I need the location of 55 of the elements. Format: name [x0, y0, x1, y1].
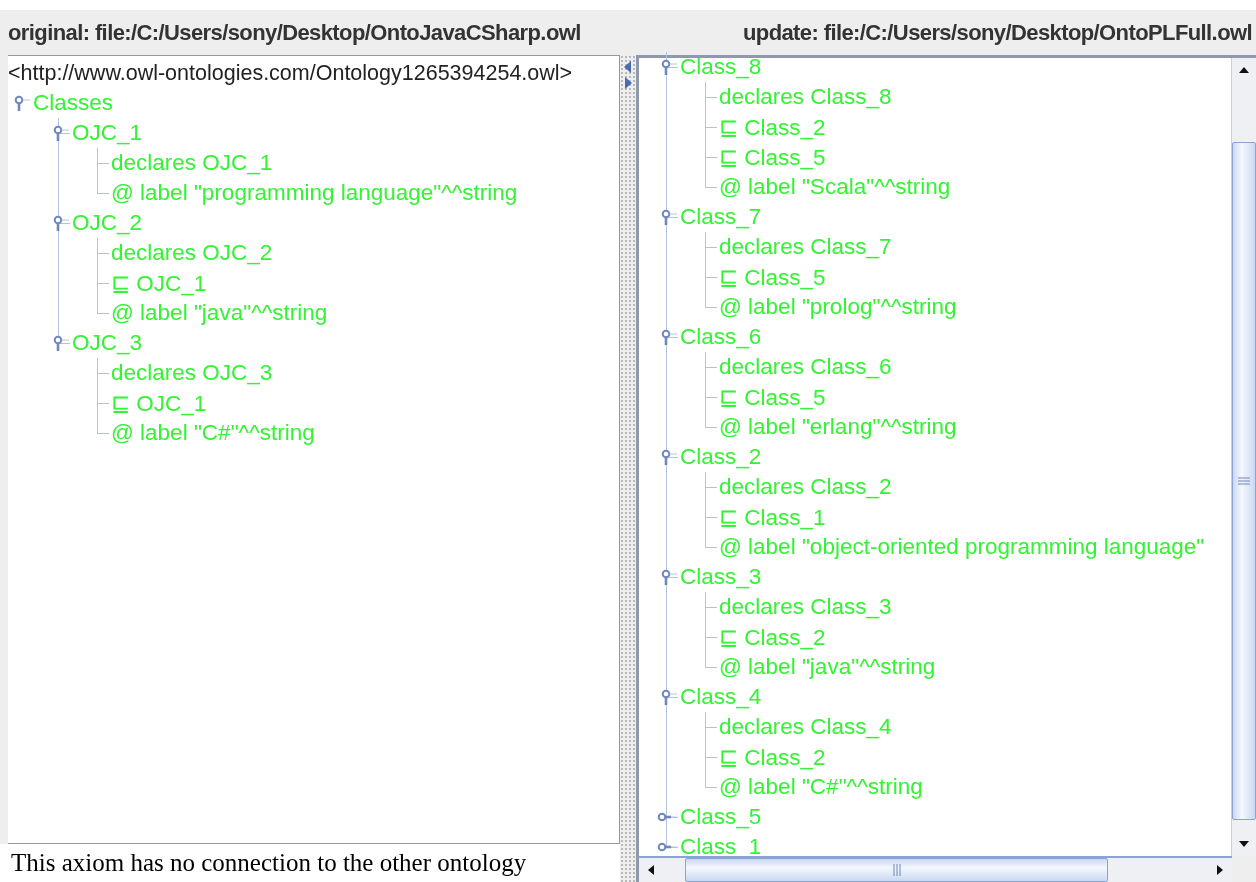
class-node[interactable]: Classes: [33, 90, 114, 116]
axiom-node[interactable]: declares OJC_3: [111, 360, 273, 386]
axiom-node[interactable]: declares Class_8: [719, 84, 892, 110]
grip-icon: [1238, 477, 1250, 485]
scroll-down-icon[interactable]: [1239, 839, 1249, 849]
axiom-node[interactable]: ⊑ Class_5: [719, 383, 826, 411]
axiom-node[interactable]: declares Class_7: [719, 234, 892, 260]
status-message: This axiom has no connection to the other ontology: [0, 844, 620, 882]
axiom-node[interactable]: declares OJC_2: [111, 240, 273, 266]
axiom-node[interactable]: ⊑ Class_2: [719, 743, 826, 771]
class-node[interactable]: Class_3: [680, 564, 762, 590]
scroll-thumb[interactable]: [1232, 142, 1256, 820]
axiom-node[interactable]: ⊑ Class_5: [719, 263, 826, 291]
horizontal-scrollbar[interactable]: [636, 856, 1232, 882]
original-file-title: original: file:/C:/Users/sony/Desktop/OntoJavaCSharp.owl: [8, 18, 582, 47]
class-node[interactable]: Class_5: [680, 804, 762, 830]
axiom-node[interactable]: declares Class_4: [719, 714, 892, 740]
vertical-scrollbar[interactable]: [1231, 58, 1256, 856]
axiom-node[interactable]: @ label "C#"^^string: [111, 420, 315, 446]
class-node[interactable]: Class_6: [680, 324, 762, 350]
grip-icon: [892, 864, 901, 876]
axiom-node[interactable]: declares Class_6: [719, 354, 892, 380]
axiom-node[interactable]: ⊑ Class_2: [719, 623, 826, 651]
collapse-left-icon[interactable]: [624, 61, 632, 73]
ontology-uri: <http://www.owl-ontologies.com/Ontology1265394254.owl>: [8, 60, 573, 86]
class-node[interactable]: Class_2: [680, 444, 762, 470]
axiom-node[interactable]: @ label "erlang"^^string: [719, 414, 957, 440]
axiom-node[interactable]: ⊑ OJC_1: [111, 269, 207, 297]
axiom-node[interactable]: declares Class_3: [719, 594, 892, 620]
class-node[interactable]: Class_1: [680, 834, 762, 856]
axiom-node[interactable]: @ label "C#"^^string: [719, 774, 923, 800]
class-node[interactable]: OJC_1: [72, 120, 143, 146]
axiom-node[interactable]: @ label "object-oriented programming language": [719, 534, 1205, 560]
axiom-node[interactable]: @ label "programming language"^^string: [111, 180, 518, 206]
scroll-thumb[interactable]: [685, 858, 1108, 882]
collapse-right-icon[interactable]: [624, 77, 632, 89]
axiom-node[interactable]: ⊑ Class_1: [719, 503, 826, 531]
class-node[interactable]: OJC_2: [72, 210, 143, 236]
axiom-node[interactable]: ⊑ Class_2: [719, 113, 826, 141]
scroll-left-icon[interactable]: [646, 865, 656, 875]
axiom-node[interactable]: ⊑ Class_5: [719, 143, 826, 171]
update-file-title: update: file:/C:/Users/sony/Desktop/OntoPLFull.owl: [741, 18, 1253, 47]
scroll-up-icon[interactable]: [1239, 65, 1249, 75]
class-node[interactable]: Class_4: [680, 684, 762, 710]
axiom-node[interactable]: ⊑ OJC_1: [111, 389, 207, 417]
axiom-node[interactable]: declares OJC_1: [111, 150, 273, 176]
class-node[interactable]: Class_7: [680, 204, 762, 230]
axiom-node[interactable]: @ label "java"^^string: [719, 654, 936, 680]
axiom-node[interactable]: declares Class_2: [719, 474, 892, 500]
scroll-right-icon[interactable]: [1215, 865, 1225, 875]
axiom-node[interactable]: @ label "prolog"^^string: [719, 294, 957, 320]
class-node[interactable]: OJC_3: [72, 330, 143, 356]
axiom-node[interactable]: @ label "java"^^string: [111, 300, 328, 326]
axiom-node[interactable]: @ label "Scala"^^string: [719, 174, 951, 200]
class-node[interactable]: Class_8: [680, 54, 762, 80]
